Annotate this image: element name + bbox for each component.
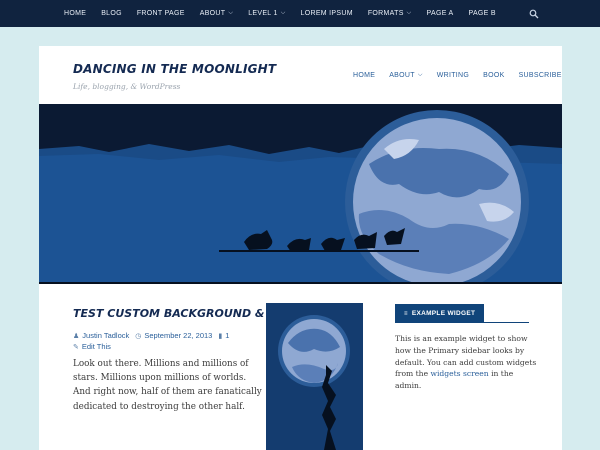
content-card: DANCING IN THE MOONLIGHT Life, blogging,… <box>39 46 562 450</box>
top-menu-item-lorem-ipsum[interactable]: LOREM IPSUM <box>301 10 353 17</box>
primary-menu-item-subscribe[interactable]: SUBSCRIBE <box>519 72 562 79</box>
post-date[interactable]: September 22, 2013 <box>144 331 212 340</box>
top-menu-item-formats[interactable]: FORMATS ⌵ <box>368 10 412 17</box>
top-menu-item-home[interactable]: HOME <box>64 10 86 17</box>
site-description: Life, blogging, & WordPress <box>73 82 181 91</box>
chevron-down-icon: ⌵ <box>280 10 286 16</box>
top-menu-item-level-1[interactable]: LEVEL 1 ⌵ <box>248 10 285 17</box>
search-icon[interactable] <box>529 9 539 19</box>
widget-text: This is an example widget to show how th… <box>395 334 537 391</box>
primary-menu-item-book[interactable]: BOOK <box>483 72 504 79</box>
edit-link[interactable]: Edit This <box>82 342 111 351</box>
comment-icon: ▮ <box>218 332 223 340</box>
post-comment-count[interactable]: 1 <box>225 331 229 340</box>
widget-title: ≡ EXAMPLE WIDGET <box>395 304 485 323</box>
top-menu-item-page-b[interactable]: PAGE B <box>469 10 496 17</box>
top-menu-item-page-a[interactable]: PAGE A <box>427 10 454 17</box>
top-navigation-bar: HOME BLOG FRONT PAGE ABOUT ⌵ LEVEL 1 ⌵ LOR… <box>0 0 600 27</box>
edit-icon: ✎ <box>73 343 79 351</box>
chevron-down-icon: ⌵ <box>228 10 234 16</box>
top-menu-item-front-page[interactable]: FRONT PAGE <box>137 10 185 17</box>
site-title[interactable]: DANCING IN THE MOONLIGHT <box>73 62 276 76</box>
chevron-down-icon: ⌵ <box>406 10 412 16</box>
user-icon: ♟ <box>73 332 80 340</box>
primary-menu-item-writing[interactable]: WRITING <box>437 72 469 79</box>
primary-menu-item-about[interactable]: ABOUT ⌵ <box>389 72 422 79</box>
primary-menu-item-home[interactable]: HOME <box>353 72 375 79</box>
top-menu-item-about[interactable]: ABOUT ⌵ <box>200 10 233 17</box>
post-image <box>266 303 363 450</box>
top-menu: HOME BLOG FRONT PAGE ABOUT ⌵ LEVEL 1 ⌵ LOR… <box>64 0 511 27</box>
post-author[interactable]: Justin Tadlock <box>82 331 129 340</box>
header-image <box>39 104 562 284</box>
post-meta: ♟ Justin Tadlock ◷ September 22, 2013 ▮ … <box>73 331 229 340</box>
post-body-text: Look out there. Millions and millions of… <box>73 359 262 412</box>
clock-icon: ◷ <box>135 332 142 340</box>
chevron-down-icon: ⌵ <box>417 72 423 78</box>
top-menu-item-blog[interactable]: BLOG <box>101 10 122 17</box>
menu-icon: ≡ <box>404 310 408 317</box>
widgets-screen-link[interactable]: widgets screen <box>430 369 488 378</box>
primary-menu: HOME ABOUT ⌵ WRITING BOOK SUBSCRIBE <box>353 72 576 79</box>
post-edit-row: ✎ Edit This <box>73 342 111 351</box>
